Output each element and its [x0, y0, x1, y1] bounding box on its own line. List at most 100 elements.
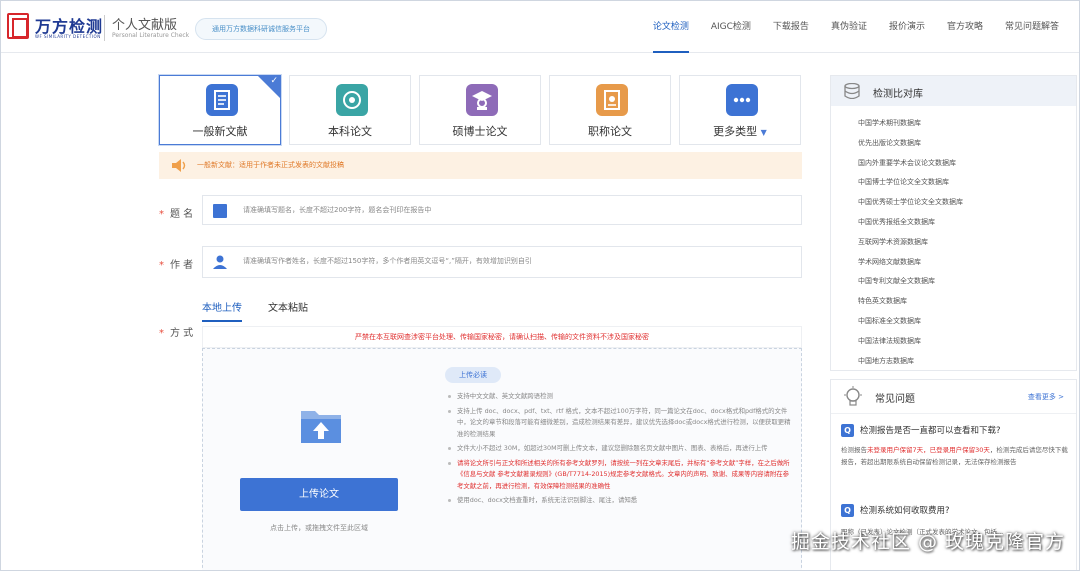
check-icon: ✓: [270, 76, 278, 86]
requirement-item: 使用doc、docx文档查重时，系统无法识别脚注、尾注，请知悉: [447, 495, 795, 507]
db-item: 中国地方志数据库: [858, 356, 914, 365]
db-item: 国内外重要学术会议论文数据库: [858, 158, 956, 167]
db-item: 中国专利文献全文数据库: [858, 277, 935, 286]
author-field: [202, 246, 802, 278]
title-label: * 题 名: [159, 205, 193, 220]
upload-hint: 点击上传，或拖拽文件至此区域: [270, 524, 368, 532]
requirement-item: 文件大小不超过 30M，如超过30M可删上传文本，建议您删除题名页文献中图片、图…: [447, 443, 795, 455]
doc-type-label: 更多类型 ▼: [680, 123, 800, 139]
title-input[interactable]: [243, 196, 793, 224]
q-badge-icon: Q: [841, 504, 854, 517]
nav-download-report[interactable]: 下载报告: [773, 1, 809, 53]
faq-question[interactable]: Q 检测报告是否一直都可以查看和下载?: [841, 424, 1001, 437]
nav-guide[interactable]: 官方攻略: [947, 1, 983, 53]
requirement-item: 支持中文文献、英文文献跨语检测: [447, 391, 795, 403]
title-icon: [212, 203, 228, 219]
db-item: 互联网学术资源数据库: [858, 237, 928, 246]
faq-header: 常见问题 查看更多 >: [831, 380, 1076, 414]
requirement-item: 请将论文所引与正文和所述相关的所有参考文献罗列，请按统一列在文章末尾后，并标有“…: [447, 458, 795, 493]
doc-type-label: 一般新文献: [192, 125, 248, 138]
db-panel-header: 检测比对库: [831, 76, 1076, 106]
doc-type-master-phd[interactable]: 硕博士论文: [419, 75, 541, 145]
doc-type-undergrad[interactable]: 本科论文: [289, 75, 411, 145]
watermark-text: 掘金技术社区 @ 玫瑰克隆官方: [790, 531, 1065, 553]
doctor-cap-icon: [466, 84, 498, 116]
title-field: [202, 195, 802, 225]
required-mark: *: [159, 260, 164, 271]
comparison-db-panel: 检测比对库 中国学术期刊数据库 优先出版论文数据库 国内外重要学术会议论文数据库…: [830, 75, 1077, 371]
edition-subtitle: Personal Literature Check: [112, 32, 190, 39]
db-item: 中国法律法规数据库: [858, 336, 921, 345]
doc-type-general[interactable]: 一般新文献 ✓: [159, 75, 281, 145]
doc-type-label: 本科论文: [328, 125, 372, 138]
header-divider: [104, 15, 105, 41]
method-label-text: 方 式: [170, 328, 194, 339]
lightbulb-icon: [844, 386, 862, 406]
nav-report-demo[interactable]: 报价演示: [889, 1, 925, 53]
more-label: 更多类型: [713, 125, 758, 138]
more-icon: [726, 84, 758, 116]
doc-type-label: 硕博士论文: [452, 125, 508, 138]
faq-answer: 检测报告未登录用户保留7天，已登录用户保留30天，检测完成后请您尽快下载报告，若…: [841, 444, 1073, 468]
nav-verify[interactable]: 真伪验证: [831, 1, 867, 53]
q-badge-icon: Q: [841, 424, 854, 437]
db-panel-title: 检测比对库: [873, 89, 923, 100]
chevron-down-icon: ▼: [760, 128, 767, 137]
db-item: 优先出版论文数据库: [858, 138, 921, 147]
folder-upload-icon: [301, 411, 341, 443]
faq-question[interactable]: Q 检测系统如何收取费用?: [841, 504, 950, 517]
db-item: 中国学术期刊数据库: [858, 119, 921, 127]
document-icon: [206, 84, 238, 116]
faq-more-link[interactable]: 查看更多 >: [1028, 392, 1064, 402]
edition-title: 个人文献版: [112, 18, 178, 33]
faq-answer-highlight: 未登录用户保留7天，已登录用户保留30天: [867, 446, 990, 454]
nav-faq[interactable]: 常见问题解答: [1005, 1, 1059, 53]
db-item: 特色英文数据库: [858, 297, 907, 306]
user-icon: [212, 254, 228, 270]
doc-type-cards: 一般新文献 ✓ 本科论文 硕博士论文 职称论文 更多类型 ▼: [159, 75, 809, 145]
requirements-tag: 上传必读: [445, 367, 501, 383]
top-nav: 论文检测 AIGC检测 下载报告 真伪验证 报价演示 官方攻略 常见问题解答: [652, 1, 1079, 53]
requirement-item: 支持上传 doc、docx、pdf、txt、rtf 格式，文本不超过100万字符…: [447, 406, 795, 441]
db-item: 中国优秀硕士学位论文全文数据库: [858, 198, 963, 207]
database-icon: [844, 83, 860, 99]
db-item: 中国博士学位论文全文数据库: [858, 178, 949, 187]
author-input[interactable]: [243, 247, 793, 275]
upload-tabs: 本地上传 文本粘贴: [202, 299, 334, 322]
platform-pill-link[interactable]: 通用万方数据科研诚信服务平台: [195, 18, 327, 40]
graduation-icon: [336, 84, 368, 116]
doc-type-professional[interactable]: 职称论文: [549, 75, 671, 145]
required-mark: *: [159, 328, 164, 339]
faq-title: 常见问题: [875, 394, 915, 405]
top-header: 万方检测 WF SIMILARITY DETECTION 个人文献版 Perso…: [1, 1, 1079, 53]
db-list: 中国学术期刊数据库 优先出版论文数据库 国内外重要学术会议论文数据库 中国博士学…: [831, 106, 1076, 371]
tab-local-upload[interactable]: 本地上传: [202, 299, 242, 322]
requirements-list: 支持中文文献、英文文献跨语检测 支持上传 doc、docx、pdf、txt、rt…: [447, 391, 795, 510]
author-label: * 作 者: [159, 256, 193, 271]
method-label: * 方 式: [159, 324, 193, 339]
tab-paste-text[interactable]: 文本粘贴: [268, 299, 308, 322]
wanfang-logo-icon[interactable]: [7, 13, 29, 39]
nav-aigc-check[interactable]: AIGC检测: [711, 1, 751, 53]
brand-subtitle: WF SIMILARITY DETECTION: [35, 34, 101, 39]
faq-question-text: 检测报告是否一直都可以查看和下载?: [860, 426, 1001, 436]
faq-answer-text: 检测报告: [841, 446, 867, 454]
security-warning: 严禁在本互联网查涉密平台处理、传输国家秘密，请确认扫描、传输的文件资料不涉及国家…: [202, 326, 802, 348]
doc-type-notice: 一般新文献：适用于作者未正式发表的文献投稿: [159, 152, 802, 179]
db-item: 中国标准全文数据库: [858, 316, 921, 325]
speaker-icon: [172, 159, 186, 172]
db-item: 学术网络文献数据库: [858, 257, 921, 266]
nav-paper-check[interactable]: 论文检测: [652, 1, 689, 53]
upload-paper-button[interactable]: 上传论文: [240, 478, 398, 511]
author-label-text: 作 者: [170, 260, 194, 271]
doc-type-more[interactable]: 更多类型 ▼: [679, 75, 801, 145]
title-label-text: 题 名: [170, 209, 194, 220]
required-mark: *: [159, 209, 164, 220]
db-item: 中国优秀报纸全文数据库: [858, 217, 935, 226]
doc-type-label: 职称论文: [588, 125, 632, 138]
certificate-icon: [596, 84, 628, 116]
page: 万方检测 WF SIMILARITY DETECTION 个人文献版 Perso…: [0, 0, 1080, 571]
faq-question-text: 检测系统如何收取费用?: [860, 506, 950, 516]
notice-text: 一般新文献：适用于作者未正式发表的文献投稿: [197, 161, 344, 169]
upload-dropzone[interactable]: 上传论文 点击上传，或拖拽文件至此区域 上传必读 支持中文文献、英文文献跨语检测…: [202, 348, 802, 570]
